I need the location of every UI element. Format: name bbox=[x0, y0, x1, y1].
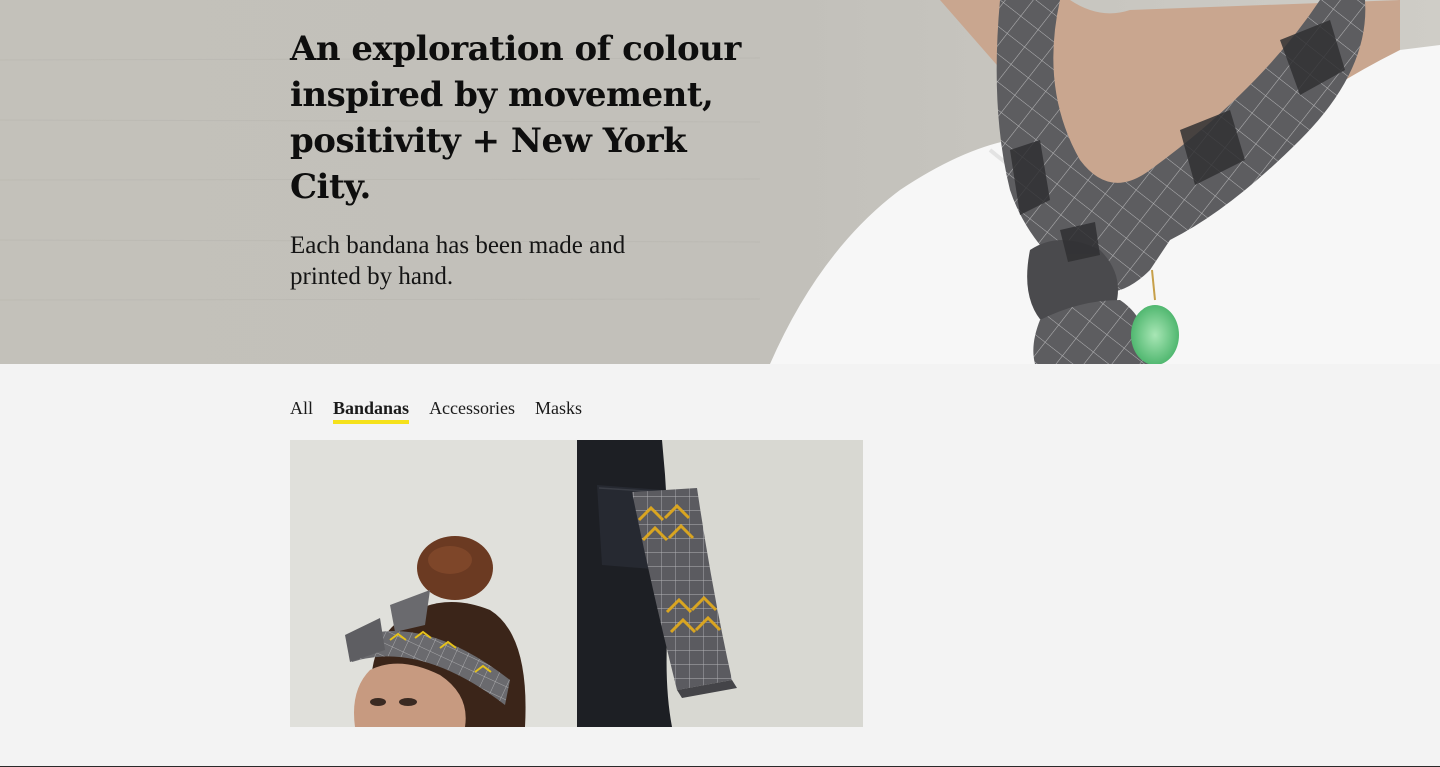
woman-with-bandana-headband-photo bbox=[290, 440, 577, 727]
product-card-headband[interactable] bbox=[290, 440, 577, 727]
hero-banner: An exploration of colour inspired by mov… bbox=[0, 0, 1440, 364]
tab-accessories[interactable]: Accessories bbox=[429, 396, 515, 424]
hero-text-block: An exploration of colour inspired by mov… bbox=[290, 26, 750, 292]
bandana-in-jeans-pocket-photo bbox=[577, 440, 863, 727]
tab-masks[interactable]: Masks bbox=[535, 396, 582, 424]
product-card-pocket[interactable] bbox=[577, 440, 863, 727]
hero-subtitle: Each bandana has been made and printed b… bbox=[290, 232, 626, 290]
tab-bandanas[interactable]: Bandanas bbox=[333, 396, 410, 424]
hero-title: An exploration of colour inspired by mov… bbox=[290, 29, 741, 207]
category-filter-tabs: All Bandanas Accessories Masks bbox=[290, 396, 582, 424]
product-grid bbox=[290, 440, 863, 727]
tab-all[interactable]: All bbox=[290, 396, 313, 424]
